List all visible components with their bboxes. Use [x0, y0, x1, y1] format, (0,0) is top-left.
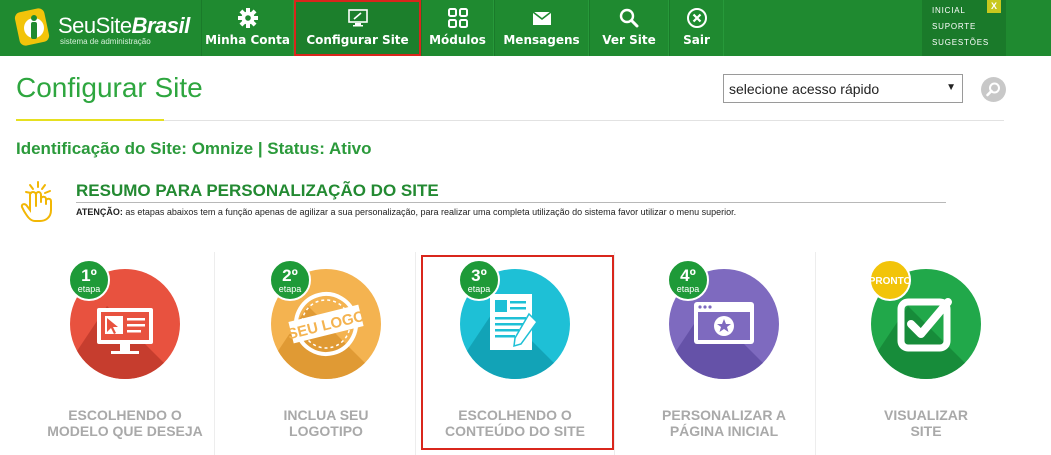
close-quicklinks-button[interactable]: X — [987, 0, 1001, 13]
pointing-hand-icon — [20, 181, 52, 222]
step-4-caption: PERSONALIZAR A PÁGINA INICIAL — [662, 407, 786, 439]
brand-name: SeuSiteBrasil — [58, 13, 190, 38]
nav-ver-site[interactable]: Ver Site — [589, 0, 669, 56]
nav-sair[interactable]: Sair — [669, 0, 724, 56]
step-5-caption: VISUALIZAR SITE — [884, 407, 968, 439]
step-3-caption: ESCOLHENDO O CONTEÚDO DO SITE — [444, 407, 585, 439]
quick-access-search-button[interactable] — [981, 77, 1006, 102]
step-2-card[interactable]: SEU LOGO 2º etapa INCLUA SEU LOGOTIPO — [226, 250, 426, 455]
link-suporte[interactable]: SUPORTE — [932, 19, 1006, 35]
attention-text: as etapas abaixos tem a função apenas de… — [122, 207, 737, 217]
main-nav: Minha Conta Configurar Site Módulos Mens… — [201, 0, 724, 56]
title-divider — [16, 120, 1004, 121]
step-3-illustration: 3º etapa — [458, 259, 570, 379]
step-2-badge-sub: etapa — [279, 284, 302, 294]
quick-access-select[interactable]: selecione acesso rápido ▼ — [723, 74, 963, 103]
brand-logo[interactable]: SeuSiteBrasil sistema de administração — [14, 8, 194, 48]
step-2-caption: INCLUA SEU LOGOTIPO — [283, 407, 369, 439]
nav-minha-conta[interactable]: Minha Conta — [201, 0, 294, 56]
gear-icon — [237, 8, 258, 28]
top-navigation-bar: SeuSiteBrasil sistema de administração M… — [0, 0, 1051, 56]
title-divider-accent — [16, 119, 164, 121]
step-1-card[interactable]: 1º etapa ESCOLHENDO O MODELO QUE DESEJA — [25, 250, 225, 455]
site-identification: Identificação do Site: Omnize | Status: … — [16, 139, 372, 158]
page-title: Configurar Site — [16, 72, 203, 103]
nav-configurar-site[interactable]: Configurar Site — [294, 0, 421, 56]
step-2-badge: 2º — [282, 266, 298, 285]
resumo-divider — [76, 202, 946, 203]
step-3-badge-sub: etapa — [468, 284, 491, 294]
resumo-title: RESUMO PARA PERSONALIZAÇÃO DO SITE — [76, 181, 439, 200]
attention-notice: ATENÇÃO: as etapas abaixos tem a função … — [76, 207, 736, 217]
step-1-caption: ESCOLHENDO O MODELO QUE DESEJA — [47, 407, 203, 439]
step-1-badge: 1º — [81, 266, 97, 285]
step-2-illustration: SEU LOGO 2º etapa — [269, 259, 381, 379]
brand-subtitle: sistema de administração — [60, 37, 151, 46]
step-3-card[interactable]: 3º etapa ESCOLHENDO O CONTEÚDO DO SITE — [415, 250, 615, 455]
step-4-badge: 4º — [680, 266, 696, 285]
search-icon — [986, 82, 1000, 97]
document-pen-icon — [490, 294, 538, 350]
link-sugestoes[interactable]: SUGESTÕES — [932, 35, 1006, 51]
step-1-badge-sub: etapa — [78, 284, 101, 294]
nav-modulos[interactable]: Módulos — [421, 0, 494, 56]
step-5-card[interactable]: PRONTO VISUALIZAR SITE — [826, 250, 1026, 455]
search-icon — [619, 8, 639, 28]
attention-label: ATENÇÃO: — [76, 207, 123, 217]
brand-badge-icon — [14, 8, 50, 46]
step-3-badge: 3º — [471, 266, 487, 285]
step-1-illustration: 1º etapa — [68, 259, 180, 379]
monitor-icon — [347, 9, 368, 27]
chevron-down-icon: ▼ — [946, 82, 956, 93]
grid-icon — [447, 8, 468, 28]
step-5-badge: PRONTO — [869, 276, 912, 287]
step-4-card[interactable]: 4º etapa PERSONALIZAR A PÁGINA INICIAL — [624, 250, 824, 455]
step-5-illustration: PRONTO — [869, 259, 981, 379]
step-4-badge-sub: etapa — [677, 284, 700, 294]
nav-mensagens[interactable]: Mensagens — [494, 0, 589, 56]
browser-star-icon — [694, 302, 754, 344]
quick-access-selected: selecione acesso rápido — [729, 81, 880, 97]
step-4-illustration: 4º etapa — [667, 259, 779, 379]
close-circle-icon — [686, 8, 707, 28]
envelope-icon — [532, 11, 551, 25]
